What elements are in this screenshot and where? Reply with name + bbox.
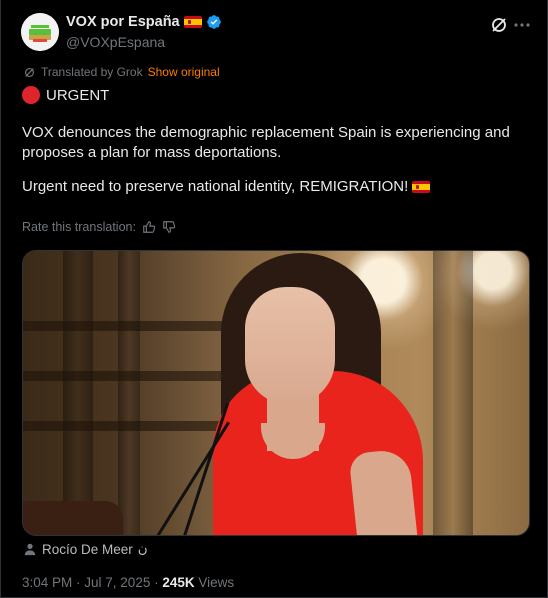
translated-by-label: Translated by Grok xyxy=(41,65,143,79)
post-date[interactable]: Jul 7, 2025 xyxy=(84,575,150,590)
translation-notice: Translated by Grok Show original xyxy=(23,65,220,79)
background-pillar xyxy=(118,251,140,535)
tweet-card: VOX por España @VOXpEspana Translated by… xyxy=(0,0,548,598)
meta-separator: · xyxy=(72,575,85,590)
verified-badge-icon[interactable] xyxy=(206,14,222,30)
rate-translation-label: Rate this translation: xyxy=(22,220,136,234)
urgent-label: URGENT xyxy=(46,86,110,104)
more-options-icon[interactable] xyxy=(512,15,532,35)
views-count: 245K xyxy=(162,575,195,590)
post-paragraph-2-row: Urgent need to preserve national identit… xyxy=(22,177,532,197)
show-original-link[interactable]: Show original xyxy=(148,65,220,79)
tag-suffix: ن xyxy=(137,541,148,556)
post-meta: 3:04 PM · Jul 7, 2025 · 245K Views xyxy=(22,575,234,590)
vox-logo-icon xyxy=(21,13,59,51)
background-shelf xyxy=(23,421,223,431)
background-pillar xyxy=(433,251,473,535)
background-pillar xyxy=(63,251,93,535)
post-paragraph-2: Urgent need to preserve national identit… xyxy=(22,178,409,195)
thumbs-down-icon[interactable] xyxy=(162,220,176,234)
spain-flag-icon xyxy=(183,16,202,28)
grok-icon[interactable] xyxy=(489,15,509,35)
urgent-line: URGENT xyxy=(22,86,109,104)
tagged-person-row[interactable]: Rocío De Meer ن xyxy=(23,541,148,557)
tagged-person-name[interactable]: Rocío De Meer xyxy=(42,542,133,557)
red-circle-icon xyxy=(22,86,40,104)
person-icon xyxy=(24,543,36,556)
author-handle[interactable]: @VOXpEspana xyxy=(66,34,165,50)
person-face xyxy=(245,287,335,405)
grok-small-icon xyxy=(25,67,34,77)
thumbs-up-icon[interactable] xyxy=(142,220,156,234)
author-name-row[interactable]: VOX por España xyxy=(66,14,222,30)
spain-flag-icon xyxy=(412,181,431,193)
post-time[interactable]: 3:04 PM xyxy=(22,575,72,590)
podium xyxy=(23,501,123,535)
author-display-name[interactable]: VOX por España xyxy=(66,14,180,30)
post-photo[interactable] xyxy=(22,250,530,536)
post-paragraph-1: VOX denounces the demographic replacemen… xyxy=(22,124,510,161)
meta-separator: · xyxy=(150,575,163,590)
rate-translation-row: Rate this translation: xyxy=(22,220,176,234)
background-shelf xyxy=(23,371,223,381)
avatar[interactable] xyxy=(21,13,59,51)
background-shelf xyxy=(23,321,223,331)
views-label: Views xyxy=(194,575,235,590)
